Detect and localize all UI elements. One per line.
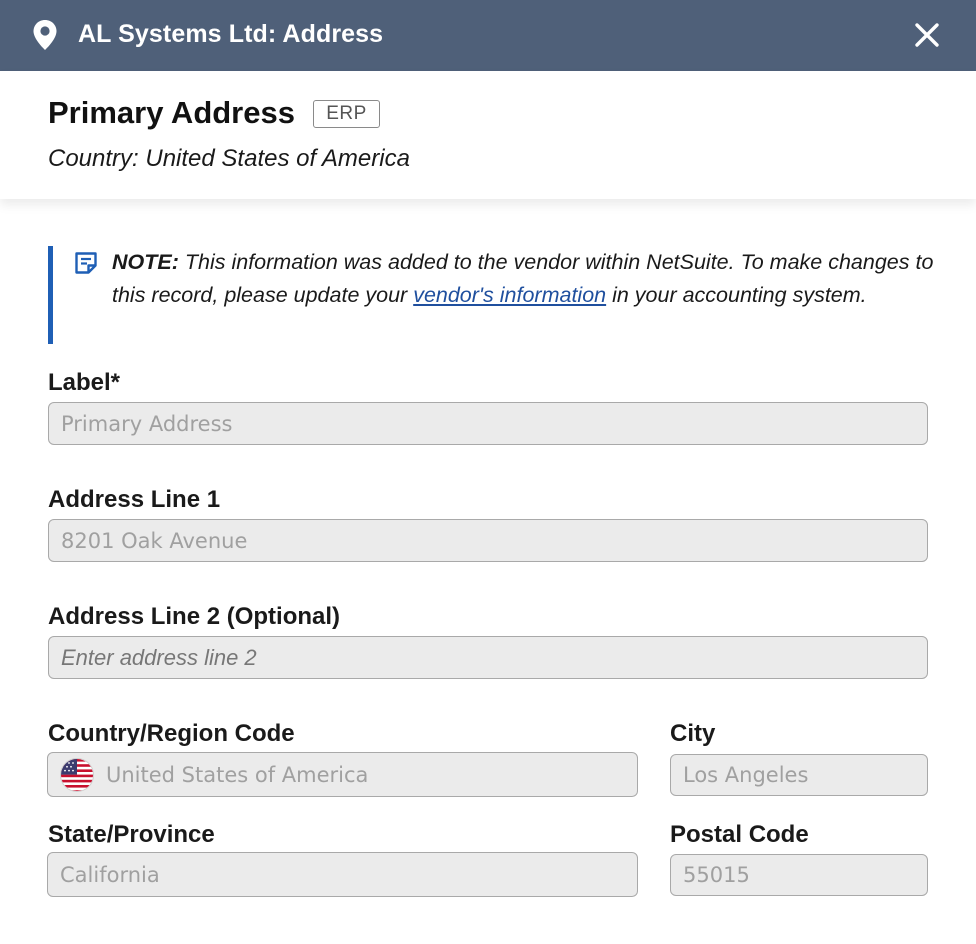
note-text: NOTE: This information was added to the … [112, 246, 942, 311]
us-flag-icon [60, 757, 94, 792]
note-label: NOTE: [112, 250, 179, 274]
postal-code-label: Postal Code [670, 821, 809, 848]
country-subtitle: Country: United States of America [48, 145, 410, 172]
address-line-2-label: Address Line 2 (Optional) [48, 603, 341, 630]
state-province-label: State/Province [48, 821, 215, 848]
vendor-information-link[interactable]: vendor's information [413, 283, 606, 307]
address-line-1-label: Address Line 1 [48, 486, 221, 513]
note-icon [75, 252, 97, 274]
location-pin-icon [33, 20, 57, 50]
postal-code-input[interactable]: 55015 [670, 854, 928, 896]
close-icon[interactable] [910, 18, 944, 52]
dialog-body: NOTE: This information was added to the … [0, 199, 976, 944]
dialog-header: Primary Address ERP Country: United Stat… [0, 71, 976, 199]
page-title: Primary Address [48, 95, 295, 130]
erp-badge: ERP [313, 100, 380, 128]
city-input[interactable]: Los Angeles [670, 754, 928, 796]
address-line-1-input[interactable]: 8201 Oak Avenue [48, 519, 928, 562]
country-region-label: Country/Region Code [48, 720, 295, 747]
dialog-title: AL Systems Ltd: Address [78, 20, 384, 48]
erp-note-callout: NOTE: This information was added to the … [48, 246, 933, 344]
address-dialog: AL Systems Ltd: Address Primary Address … [0, 0, 976, 944]
note-body-end: in your accounting system. [606, 282, 867, 307]
label-field-label: Label* [48, 369, 121, 396]
address-line-2-input[interactable]: Enter address line 2 [48, 636, 928, 679]
country-region-select[interactable]: United States of America [47, 752, 638, 797]
state-province-input[interactable]: California [47, 852, 638, 897]
city-label: City [670, 720, 716, 747]
label-input[interactable]: Primary Address [48, 402, 928, 445]
dialog-titlebar: AL Systems Ltd: Address [0, 0, 976, 71]
country-value: United States of America [106, 762, 369, 787]
